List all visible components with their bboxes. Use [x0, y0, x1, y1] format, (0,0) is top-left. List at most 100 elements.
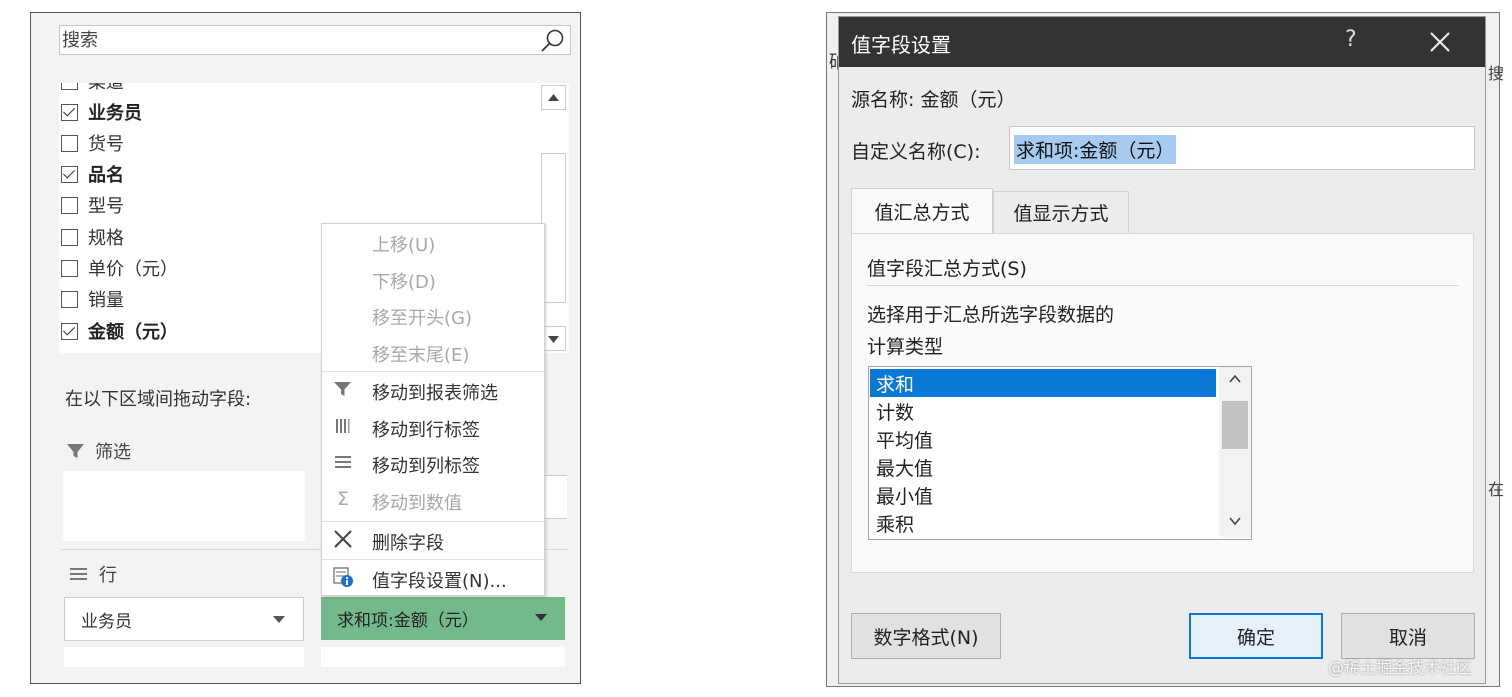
- field-context-menu: 上移(U) 下移(D) 移至开头(G) 移至末尾(E) 移动到报表筛选 移动到行…: [321, 223, 545, 596]
- menu-item-move-to-row-labels[interactable]: 移动到行标签: [322, 409, 544, 445]
- value-field-settings-dialog: 值字段设置 ? 源名称: 金额（元） 自定义名称(C): 求和项:金额（元） 值…: [838, 16, 1486, 684]
- search-box[interactable]: [59, 25, 571, 55]
- calculation-type-list[interactable]: 求和 计数 平均值 最大值 最小值 乘积: [868, 366, 1252, 540]
- field-item-model[interactable]: 型号: [61, 191, 124, 219]
- field-checkbox[interactable]: [61, 196, 78, 214]
- menu-item-label: 移动到列标签: [372, 456, 480, 477]
- scrollbar-thumb[interactable]: [1222, 401, 1248, 449]
- field-checkbox[interactable]: [61, 259, 78, 277]
- menu-item-label: 移动到数值: [372, 493, 462, 514]
- cancel-button[interactable]: 取消: [1341, 613, 1475, 659]
- menu-item-move-to-beginning[interactable]: 移至开头(G): [322, 297, 544, 333]
- dialog-titlebar[interactable]: 值字段设置 ?: [839, 17, 1485, 67]
- close-icon[interactable]: [1425, 27, 1455, 57]
- field-item-item-number[interactable]: 货号: [61, 129, 124, 157]
- menu-item-move-down[interactable]: 下移(D): [322, 261, 544, 297]
- menu-item-value-field-settings[interactable]: 值字段设置(N)...: [322, 560, 544, 596]
- filter-drop-zone[interactable]: [63, 471, 305, 541]
- menu-item-move-to-report-filter[interactable]: 移动到报表筛选: [322, 372, 544, 408]
- custom-name-input[interactable]: 求和项:金额（元）: [1009, 126, 1475, 170]
- caret-down-icon[interactable]: [273, 616, 285, 623]
- field-item-sales-volume[interactable]: 销量: [61, 285, 124, 313]
- filter-icon: [332, 378, 354, 400]
- background-text-fragment: 在: [1488, 480, 1505, 499]
- row-labels-icon: [332, 415, 354, 437]
- rows-icon: [70, 568, 87, 580]
- column-labels-icon: [332, 451, 354, 473]
- chevron-up-icon[interactable]: [1227, 371, 1243, 387]
- value-field-label: 求和项:金额（元）: [337, 611, 479, 631]
- ok-button[interactable]: 确定: [1189, 613, 1323, 659]
- scroll-up-button[interactable]: [541, 85, 566, 110]
- tab-summarize-values-by[interactable]: 值汇总方式: [851, 188, 993, 233]
- chevron-down-icon[interactable]: [1227, 513, 1243, 529]
- list-item-sum[interactable]: 求和: [870, 369, 1216, 397]
- pivot-field-list-pane: 渠道 业务员 货号 品名 型号 规格 单价（元） 销量: [30, 12, 581, 684]
- list-item-max[interactable]: 最大值: [870, 453, 1216, 481]
- field-checkbox[interactable]: [61, 83, 78, 90]
- background-text-fragment: 搜: [1488, 64, 1505, 83]
- menu-item-label: 移动到行标签: [372, 420, 480, 441]
- list-scrollbar[interactable]: [1219, 367, 1251, 537]
- field-label: 规格: [88, 228, 124, 249]
- custom-name-label: 自定义名称(C):: [851, 141, 981, 163]
- field-item-salesperson[interactable]: 业务员: [61, 98, 142, 126]
- field-settings-icon: [332, 566, 354, 588]
- menu-item-remove-field[interactable]: 删除字段: [322, 522, 544, 558]
- menu-item-label: 移动到报表筛选: [372, 383, 498, 404]
- field-checkbox[interactable]: [61, 228, 78, 246]
- list-item-product[interactable]: 乘积: [870, 509, 1216, 537]
- menu-item-move-to-end[interactable]: 移至末尾(E): [322, 334, 544, 370]
- divider: [867, 285, 1459, 286]
- summarize-heading: 值字段汇总方式(S): [867, 258, 1027, 280]
- menu-item-move-to-column-labels[interactable]: 移动到列标签: [322, 445, 544, 481]
- filter-area-label: 筛选: [65, 438, 131, 464]
- row-area-label: 行: [69, 561, 117, 587]
- menu-item-label: 移至末尾(E): [372, 345, 470, 366]
- triangle-down-icon: [548, 336, 559, 343]
- tab-show-values-as[interactable]: 值显示方式: [993, 191, 1129, 233]
- field-checkbox[interactable]: [61, 134, 78, 152]
- field-checkbox[interactable]: [61, 322, 78, 340]
- field-item-spec[interactable]: 规格: [61, 223, 124, 251]
- row-field-chip[interactable]: 业务员: [64, 597, 304, 641]
- field-label: 型号: [88, 196, 124, 217]
- field-item-amount[interactable]: 金额（元）: [61, 317, 178, 345]
- menu-item-label: 移至开头(G): [372, 308, 472, 329]
- field-checkbox[interactable]: [61, 165, 78, 183]
- filter-label-text: 筛选: [95, 442, 131, 463]
- field-item-channel[interactable]: 渠道: [61, 83, 124, 95]
- field-label: 单价（元）: [88, 259, 178, 280]
- delete-icon: [332, 528, 354, 550]
- row-drop-zone[interactable]: [64, 647, 304, 667]
- value-field-chip[interactable]: 求和项:金额（元）: [321, 597, 565, 640]
- field-label: 货号: [88, 134, 124, 155]
- row-label-text: 行: [99, 565, 117, 586]
- caret-down-icon[interactable]: [535, 614, 547, 621]
- field-item-product-name[interactable]: 品名: [61, 160, 124, 188]
- description-text: 计算类型: [867, 336, 944, 358]
- watermark: @稀土掘金技术社区: [1328, 658, 1473, 677]
- field-label: 业务员: [88, 103, 142, 124]
- menu-item-move-up[interactable]: 上移(U): [322, 224, 544, 260]
- field-label: 销量: [88, 290, 124, 311]
- search-input[interactable]: [62, 26, 532, 54]
- list-item-min[interactable]: 最小值: [870, 481, 1216, 509]
- field-item-unit-price[interactable]: 单价（元）: [61, 254, 178, 282]
- custom-name-value: 求和项:金额（元）: [1014, 135, 1177, 164]
- list-item-average[interactable]: 平均值: [870, 425, 1216, 453]
- field-label: 品名: [88, 165, 124, 186]
- menu-item-label: 删除字段: [372, 533, 444, 554]
- number-format-button[interactable]: 数字格式(N): [851, 613, 1001, 659]
- menu-item-move-to-values[interactable]: Σ 移动到数值: [322, 482, 544, 518]
- value-drop-zone[interactable]: [321, 647, 565, 667]
- search-icon[interactable]: [540, 28, 566, 54]
- filter-icon: [67, 444, 84, 458]
- field-checkbox[interactable]: [61, 290, 78, 308]
- field-checkbox[interactable]: [61, 103, 78, 121]
- list-item-count[interactable]: 计数: [870, 397, 1216, 425]
- menu-item-label: 下移(D): [372, 272, 436, 293]
- row-field-label: 业务员: [81, 611, 132, 632]
- triangle-up-icon: [548, 94, 559, 101]
- help-button[interactable]: ?: [1345, 27, 1357, 52]
